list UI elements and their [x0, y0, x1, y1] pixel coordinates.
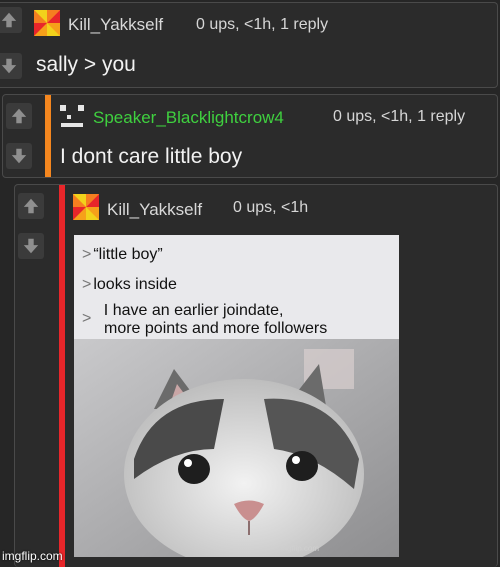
- downvote-button[interactable]: [0, 53, 22, 79]
- meme-line-3: > I have an earlier joindate,: [82, 302, 284, 327]
- comment-username[interactable]: Kill_Yakkself: [107, 200, 202, 220]
- comment-meta: 0 ups, <1h, 1 reply: [196, 16, 329, 33]
- comment-1: Kill_Yakkself 0 ups, <1h, 1 reply sally …: [0, 2, 498, 88]
- comment-text: I dont care little boy: [60, 145, 243, 168]
- arrow-down-icon: [11, 148, 27, 164]
- upvote-button[interactable]: [6, 103, 32, 129]
- thread-color-bar: [59, 185, 65, 567]
- arrow-down-icon: [23, 238, 39, 254]
- thread-color-bar: [45, 95, 51, 177]
- comment-text: sally > you: [36, 53, 136, 76]
- upvote-button[interactable]: [18, 193, 44, 219]
- meme-line-2: > looks inside: [82, 276, 177, 293]
- arrow-up-icon: [23, 198, 39, 214]
- pinwheel-avatar-icon[interactable]: [73, 194, 99, 220]
- imgflip-watermark: imgflip.com: [2, 549, 63, 563]
- comment-meta: 0 ups, <1h: [233, 199, 309, 216]
- comment-2: Speaker_Blacklightcrow4 0 ups, <1h, 1 re…: [2, 94, 498, 178]
- pinwheel-avatar-icon[interactable]: [34, 10, 60, 36]
- comment-meta: 0 ups, <1h, 1 reply: [333, 108, 466, 125]
- meme-watermark: imgflip.com: [278, 544, 319, 553]
- arrow-down-icon: [1, 58, 17, 74]
- comment-username[interactable]: Speaker_Blacklightcrow4: [93, 108, 284, 128]
- arrow-up-icon: [11, 108, 27, 124]
- meme-image[interactable]: > “little boy” > looks inside > I have an …: [74, 235, 399, 557]
- downvote-button[interactable]: [18, 233, 44, 259]
- downvote-button[interactable]: [6, 143, 32, 169]
- pixel-face-avatar-icon[interactable]: [59, 103, 85, 129]
- meme-line-1: > “little boy”: [82, 246, 163, 263]
- comment-username[interactable]: Kill_Yakkself: [68, 15, 163, 35]
- upvote-button[interactable]: [0, 7, 22, 33]
- meme-line-4: more points and more followers: [104, 320, 328, 337]
- arrow-up-icon: [1, 12, 17, 28]
- cat-photo: [74, 339, 399, 557]
